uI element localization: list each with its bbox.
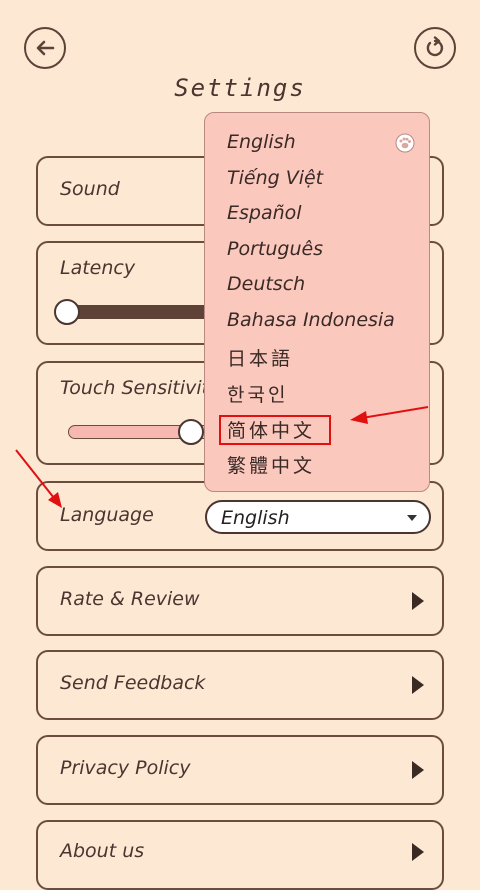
play-arrow-icon xyxy=(412,761,424,779)
page-title: Settings xyxy=(174,74,306,102)
language-option[interactable]: 日本語 xyxy=(227,344,293,371)
reset-button[interactable] xyxy=(414,27,456,69)
chevron-down-icon xyxy=(407,515,417,521)
sound-label: Sound xyxy=(60,178,120,200)
language-option[interactable]: English xyxy=(227,131,296,153)
language-label: Language xyxy=(60,504,154,526)
language-option[interactable]: 繁體中文 xyxy=(227,451,315,478)
refresh-icon xyxy=(426,36,444,57)
play-arrow-icon xyxy=(412,843,424,861)
paw-icon xyxy=(395,133,415,153)
highlight-box xyxy=(219,415,331,445)
rate-review-row[interactable]: Rate & Review xyxy=(36,566,444,636)
privacy-policy-row[interactable]: Privacy Policy xyxy=(36,735,444,805)
latency-slider-knob[interactable] xyxy=(54,299,80,325)
language-dropdown: English Tiếng Việt Español Português Deu… xyxy=(204,112,430,492)
back-arrow-icon xyxy=(36,40,55,56)
play-arrow-icon xyxy=(412,676,424,694)
language-option[interactable]: Tiếng Việt xyxy=(227,167,323,189)
language-option[interactable]: Deutsch xyxy=(227,273,305,295)
privacy-policy-label: Privacy Policy xyxy=(60,757,191,779)
language-select-value: English xyxy=(221,507,290,529)
about-us-row[interactable]: About us xyxy=(36,820,444,890)
language-option[interactable]: 한국인 xyxy=(227,380,288,407)
back-button[interactable] xyxy=(24,27,66,69)
send-feedback-label: Send Feedback xyxy=(60,672,206,694)
language-option[interactable]: Bahasa Indonesia xyxy=(227,309,395,331)
language-option[interactable]: Español xyxy=(227,202,302,224)
language-select[interactable]: English xyxy=(205,500,431,534)
latency-label: Latency xyxy=(60,257,136,279)
touch-sensitivity-label: Touch Sensitivity xyxy=(60,377,221,399)
about-us-label: About us xyxy=(60,840,145,862)
play-arrow-icon xyxy=(412,592,424,610)
language-option[interactable]: Português xyxy=(227,238,323,260)
send-feedback-row[interactable]: Send Feedback xyxy=(36,650,444,720)
rate-review-label: Rate & Review xyxy=(60,588,200,610)
touch-sensitivity-slider-knob[interactable] xyxy=(178,419,204,445)
